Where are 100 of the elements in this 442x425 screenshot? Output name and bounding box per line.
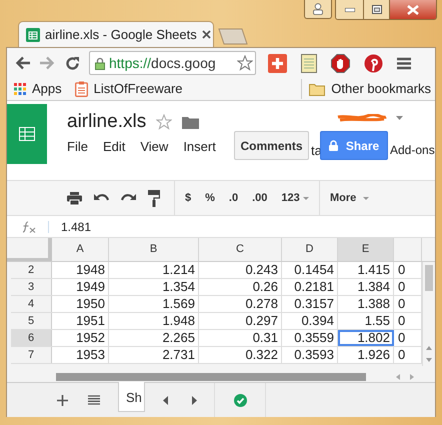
scroll-down-icon[interactable]	[426, 358, 432, 362]
undo-icon[interactable]	[94, 193, 109, 203]
row-header[interactable]: 6	[11, 330, 52, 346]
table-cell[interactable]: 1948	[52, 262, 109, 278]
table-cell[interactable]: 0	[394, 279, 422, 295]
format-button[interactable]: .00	[252, 190, 268, 206]
corner-cell[interactable]	[7, 238, 52, 261]
caret-icon	[363, 196, 370, 200]
close-icon[interactable]	[202, 30, 211, 39]
table-cell[interactable]: 0	[394, 347, 422, 363]
star-icon[interactable]	[237, 55, 253, 71]
menu-icon[interactable]	[397, 56, 411, 70]
profile-button[interactable]	[304, 0, 332, 19]
table-cell[interactable]: 1.384	[338, 279, 394, 295]
add-sheet-icon[interactable]	[57, 394, 68, 406]
sheet-list-icon[interactable]	[88, 395, 100, 405]
scrollbar-thumb[interactable]	[56, 372, 366, 380]
minimize-icon	[344, 8, 354, 12]
table-cell[interactable]: 0.26	[199, 279, 282, 295]
table-cell[interactable]: 0.243	[199, 262, 282, 278]
maximize-icon	[372, 5, 382, 14]
table-cell[interactable]: 1.569	[109, 296, 199, 312]
star-icon[interactable]	[156, 114, 172, 130]
menu-item[interactable]: File	[67, 137, 88, 156]
format-button[interactable]: %	[205, 190, 215, 206]
lock-icon	[328, 140, 338, 151]
comments-button[interactable]: Comments	[234, 131, 309, 160]
bookmark[interactable]: Apps	[14, 79, 62, 99]
table-cell[interactable]: 0.1454	[282, 262, 338, 278]
table-cell[interactable]: 1951	[52, 313, 109, 329]
function-icon	[22, 220, 36, 232]
clipboard-icon	[74, 81, 88, 97]
table-cell[interactable]: 0	[394, 262, 422, 278]
menu-item[interactable]: Add-ons	[390, 141, 435, 159]
table-cell[interactable]: 0.394	[282, 313, 338, 329]
redo-icon[interactable]	[121, 193, 136, 203]
table-cell[interactable]: 0.297	[199, 313, 282, 329]
table-cell[interactable]: 1950	[52, 296, 109, 312]
bookmark[interactable]: Other bookmarks	[301, 79, 431, 99]
folder-icon	[309, 82, 326, 96]
table-cell[interactable]: 0.3559	[282, 330, 338, 346]
formula-input[interactable]: 1.481	[61, 218, 92, 236]
menu-item[interactable]: Insert	[183, 137, 216, 156]
active-cell[interactable]: 1.802	[338, 330, 394, 346]
address-field[interactable]: https://docs.goog	[89, 51, 256, 75]
table-cell[interactable]: 0	[394, 296, 422, 312]
maximize-button[interactable]	[364, 0, 390, 19]
vertical-scrollbar[interactable]	[422, 262, 434, 366]
column-header[interactable]: E	[338, 238, 394, 261]
more-button[interactable]: More	[330, 181, 370, 215]
tab-title: airline.xls - Google Sheets	[45, 26, 197, 44]
sheets-icon	[26, 28, 40, 42]
sheet-tab[interactable]: Sh	[118, 382, 145, 412]
previous-sheet-icon[interactable]	[162, 396, 168, 404]
table-cell[interactable]: 2.731	[109, 347, 199, 363]
folder-icon[interactable]	[182, 116, 200, 128]
table-cell[interactable]: 1.415	[338, 262, 394, 278]
table-cell[interactable]: 0.3157	[282, 296, 338, 312]
reload-icon[interactable]	[65, 56, 80, 70]
table-cell[interactable]: 1.55	[338, 313, 394, 329]
pin-icon[interactable]	[364, 54, 383, 72]
stop-hand-icon[interactable]	[331, 54, 350, 72]
table-cell[interactable]: 0	[394, 330, 422, 346]
plus-icon[interactable]	[268, 54, 287, 72]
table-cell[interactable]: 1.948	[109, 313, 199, 329]
table-cell[interactable]: 0	[394, 313, 422, 329]
table-cell[interactable]: 0.31	[199, 330, 282, 346]
table-cell[interactable]: 1.354	[109, 279, 199, 295]
bookmark[interactable]: ListOfFreeware	[74, 79, 183, 99]
paint-roller-icon[interactable]	[148, 190, 160, 206]
table-cell[interactable]: 1.214	[109, 262, 199, 278]
format-button[interactable]: .0	[228, 190, 238, 206]
minimize-button[interactable]	[336, 0, 364, 19]
table-cell[interactable]: 0.2181	[282, 279, 338, 295]
sheets-logo[interactable]	[7, 104, 47, 164]
format-button[interactable]: 123	[281, 190, 309, 206]
back-icon[interactable]	[15, 56, 31, 70]
close-button[interactable]	[390, 0, 436, 19]
format-button[interactable]: $	[185, 190, 192, 206]
table-cell[interactable]: 1.926	[338, 347, 394, 363]
document-title: airline.xls	[67, 110, 146, 134]
table-cell[interactable]: 1.388	[338, 296, 394, 312]
table-cell[interactable]: 0.322	[199, 347, 282, 363]
print-icon[interactable]	[67, 192, 82, 204]
scroll-up-icon[interactable]	[426, 346, 432, 350]
table-cell[interactable]: 1953	[52, 347, 109, 363]
table-cell[interactable]: 2.265	[109, 330, 199, 346]
table-cell[interactable]: 1949	[52, 279, 109, 295]
next-sheet-icon[interactable]	[192, 396, 196, 404]
person-icon	[312, 3, 324, 15]
menu-item[interactable]: Edit	[102, 137, 126, 156]
scrollbar-thumb[interactable]	[424, 265, 432, 291]
table-cell[interactable]: 0.278	[199, 296, 282, 312]
sheets-icon	[19, 127, 35, 141]
table-cell[interactable]: 0.3593	[282, 347, 338, 363]
notepad-icon[interactable]	[301, 54, 317, 72]
caret-icon[interactable]	[396, 116, 403, 120]
browser-tab[interactable]: airline.xls - Google Sheets	[18, 21, 214, 47]
menu-item[interactable]: View	[140, 137, 168, 156]
table-cell[interactable]: 1952	[52, 330, 109, 346]
